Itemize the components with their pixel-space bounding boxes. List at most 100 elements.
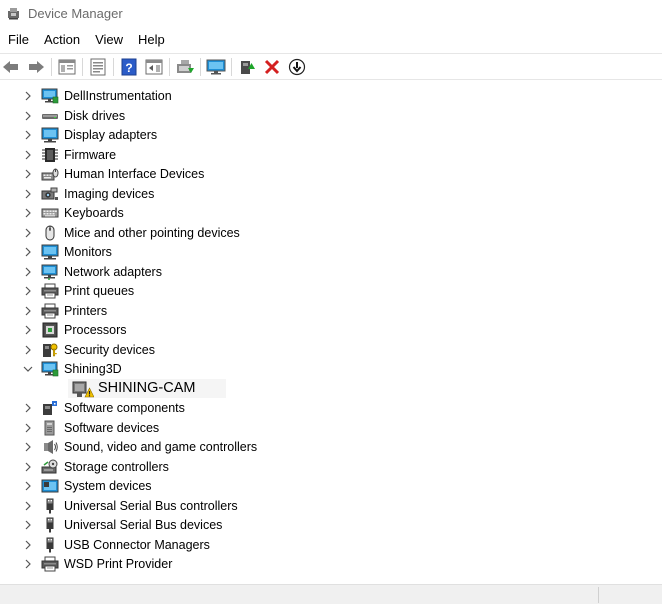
tree-node-mice-and-other-pointing-devices[interactable]: Mice and other pointing devices <box>0 223 662 243</box>
forward-icon[interactable] <box>25 56 47 78</box>
properties-icon[interactable] <box>87 56 109 78</box>
tree-node-shining3d[interactable]: Shining3D <box>0 359 662 379</box>
chevron-right-icon[interactable] <box>22 558 34 570</box>
window-title: Device Manager <box>28 5 123 21</box>
tree-node-label: Disk drives <box>64 108 126 123</box>
tree-node-printers[interactable]: Printers <box>0 301 662 321</box>
chevron-right-icon[interactable] <box>22 422 34 434</box>
disk-drive-icon <box>41 108 59 124</box>
tree-node-system-devices[interactable]: System devices <box>0 476 662 496</box>
tree-node-label: Shining3D <box>64 362 122 376</box>
menu-help[interactable]: Help <box>132 29 171 51</box>
chevron-right-icon[interactable] <box>22 344 34 356</box>
printer-icon <box>41 283 59 299</box>
chevron-right-icon[interactable] <box>22 539 34 551</box>
tree-node-label: Processors <box>64 323 127 337</box>
tree-node-display-adapters[interactable]: Display adapters <box>0 125 662 145</box>
chevron-down-icon[interactable] <box>22 363 34 375</box>
toolbar-separator <box>82 57 83 76</box>
chevron-right-icon[interactable] <box>22 207 34 219</box>
security-key-icon <box>41 342 59 358</box>
show-hide-tree-icon[interactable] <box>56 56 78 78</box>
tree-node-label: SHINING-CAM <box>98 379 196 396</box>
speaker-icon <box>41 439 59 455</box>
chevron-right-icon[interactable] <box>22 246 34 258</box>
tree-node-monitors[interactable]: Monitors <box>0 242 662 262</box>
chevron-right-icon[interactable] <box>22 441 34 453</box>
chevron-right-icon[interactable] <box>22 285 34 297</box>
tree-node-universal-serial-bus-devices[interactable]: Universal Serial Bus devices <box>0 515 662 535</box>
toolbar-separator <box>51 57 52 76</box>
chevron-right-icon[interactable] <box>22 129 34 141</box>
toolbar-separator <box>200 57 201 76</box>
tree-node-usb-connector-managers[interactable]: USB Connector Managers <box>0 535 662 555</box>
chevron-right-icon[interactable] <box>22 480 34 492</box>
chevron-right-icon[interactable] <box>22 305 34 317</box>
tree-node-wsd-print-provider[interactable]: WSD Print Provider <box>0 554 662 574</box>
tree-node-software-components[interactable]: Software components <box>0 398 662 418</box>
tree-node-imaging-devices[interactable]: Imaging devices <box>0 184 662 204</box>
toolbar-separator <box>169 57 170 76</box>
menu-action[interactable]: Action <box>38 29 86 51</box>
tree-node-human-interface-devices[interactable]: Human Interface Devices <box>0 164 662 184</box>
tree-node-label: Mice and other pointing devices <box>64 225 240 240</box>
tree-node-software-devices[interactable]: Software devices <box>0 418 662 438</box>
action-pane-icon[interactable] <box>143 56 165 78</box>
tree-node-label: Monitors <box>64 245 112 259</box>
tree-node-storage-controllers[interactable]: Storage controllers <box>0 457 662 477</box>
storage-controller-icon <box>41 459 59 475</box>
tree-node-label: WSD Print Provider <box>64 557 173 571</box>
printer-icon <box>41 556 59 572</box>
camera-icon <box>41 186 59 202</box>
tree-node-label: Security devices <box>64 342 156 357</box>
update-driver-icon[interactable] <box>174 56 196 78</box>
toolbar: ? <box>0 53 662 80</box>
chevron-right-icon[interactable] <box>22 266 34 278</box>
disable-device-icon[interactable] <box>286 56 308 78</box>
tree-node-processors[interactable]: Processors <box>0 320 662 340</box>
chevron-right-icon[interactable] <box>22 324 34 336</box>
firmware-chip-icon <box>41 147 59 163</box>
usb-icon <box>41 517 59 533</box>
toolbar-separator <box>231 57 232 76</box>
chevron-right-icon[interactable] <box>22 168 34 180</box>
display-adapter-icon <box>41 127 59 143</box>
menu-file[interactable]: File <box>2 29 35 51</box>
chevron-right-icon[interactable] <box>22 519 34 531</box>
chevron-right-icon[interactable] <box>22 188 34 200</box>
monitor-network-icon <box>41 361 59 377</box>
hid-icon <box>41 166 59 182</box>
device-manager-icon <box>6 5 22 21</box>
chevron-right-icon[interactable] <box>22 500 34 512</box>
chevron-right-icon[interactable] <box>22 110 34 122</box>
enable-device-icon[interactable] <box>236 56 258 78</box>
tree-node-shining-cam[interactable]: SHINING-CAM <box>0 378 662 398</box>
chevron-right-icon[interactable] <box>22 461 34 473</box>
tree-node-dellinstrumentation[interactable]: DellInstrumentation <box>0 86 662 106</box>
chevron-right-icon[interactable] <box>22 227 34 239</box>
tree-node-keyboards[interactable]: Keyboards <box>0 203 662 223</box>
usb-icon <box>41 537 59 553</box>
uninstall-icon[interactable] <box>261 56 283 78</box>
menu-view[interactable]: View <box>89 29 129 51</box>
processor-icon <box>41 322 59 338</box>
tree-node-firmware[interactable]: Firmware <box>0 145 662 165</box>
tree-node-disk-drives[interactable]: Disk drives <box>0 106 662 126</box>
tree-node-label: Software components <box>64 401 185 415</box>
tree-node-security-devices[interactable]: Security devices <box>0 340 662 360</box>
display-icon[interactable] <box>205 56 227 78</box>
chevron-right-icon[interactable] <box>22 90 34 102</box>
device-tree: DellInstrumentation Disk drives Display ad… <box>0 86 662 574</box>
menu-bar: File Action View Help <box>0 28 662 52</box>
tree-node-sound-video-and-game-controllers[interactable]: Sound, video and game controllers <box>0 437 662 457</box>
software-device-icon <box>41 420 59 436</box>
chevron-right-icon[interactable] <box>22 402 34 414</box>
toolbar-separator <box>113 57 114 76</box>
tree-node-network-adapters[interactable]: Network adapters <box>0 262 662 282</box>
back-icon[interactable] <box>0 56 22 78</box>
tree-node-label: Print queues <box>64 284 135 298</box>
tree-node-print-queues[interactable]: Print queues <box>0 281 662 301</box>
help-icon[interactable]: ? <box>118 56 140 78</box>
tree-node-universal-serial-bus-controllers[interactable]: Universal Serial Bus controllers <box>0 496 662 516</box>
chevron-right-icon[interactable] <box>22 149 34 161</box>
